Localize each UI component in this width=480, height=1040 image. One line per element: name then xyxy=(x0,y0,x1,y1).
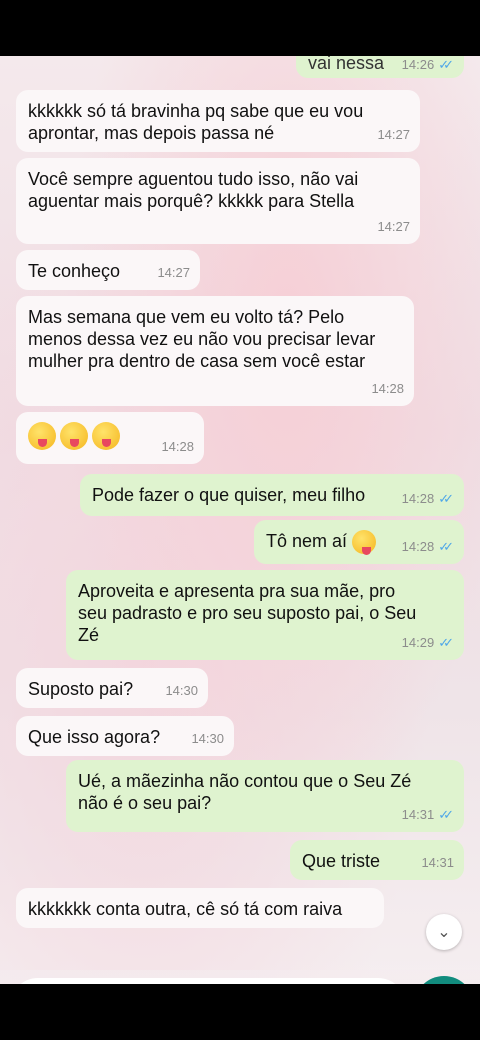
message-text: Que triste xyxy=(302,851,381,871)
mic-button[interactable] xyxy=(414,976,474,984)
message-meta: 14:26 ✓✓ xyxy=(402,56,454,76)
message-text: Que isso agora? xyxy=(28,727,161,747)
tears-of-joy-icon xyxy=(352,530,377,556)
read-ticks-icon: ✓✓ xyxy=(438,539,454,554)
message-incoming[interactable]: kkkkkk só tá bravinha pq sabe que eu vou… xyxy=(16,90,420,152)
message-text: Aproveita e apresenta pra sua mãe, pro s… xyxy=(78,581,417,645)
status-bar xyxy=(0,0,480,56)
message-time: 14:28 xyxy=(161,439,194,454)
zany-face-icon xyxy=(28,422,56,450)
message-meta: 14:27 xyxy=(377,216,410,238)
message-time: 14:27 xyxy=(157,265,190,280)
zany-face-icon xyxy=(92,422,120,450)
message-meta: 14:30 xyxy=(165,680,198,702)
message-meta: 14:27 xyxy=(377,124,410,146)
message-incoming[interactable]: Que isso agora? 14:30 xyxy=(16,716,234,756)
message-text: Tô nem aí xyxy=(266,531,348,551)
message-time: 14:28 xyxy=(401,491,435,506)
read-ticks-icon: ✓✓ xyxy=(438,635,454,650)
message-meta: 14:28 xyxy=(371,378,404,400)
message-incoming[interactable]: Suposto pai? 14:30 xyxy=(16,668,208,708)
message-time: 14:28 xyxy=(371,381,404,396)
message-time: 14:26 xyxy=(401,57,435,72)
double-chevron-down-icon[interactable]: ⌄ xyxy=(426,914,462,950)
message-time: 14:30 xyxy=(165,683,198,698)
message-incoming[interactable]: Você sempre aguentou tudo isso, não vai … xyxy=(16,158,420,244)
message-outgoing[interactable]: Pode fazer o que quiser, meu filho 14:28… xyxy=(80,474,464,516)
message-meta: 14:28 ✓✓ xyxy=(402,536,454,558)
message-outgoing[interactable]: Tô nem aí 14:28 ✓✓ xyxy=(254,520,464,564)
message-meta: 14:28 ✓✓ xyxy=(402,488,454,510)
message-outgoing[interactable]: Que triste 14:31 xyxy=(290,840,464,880)
message-time: 14:29 xyxy=(401,635,435,650)
message-text: Você sempre aguentou tudo isso, não vai … xyxy=(28,169,359,211)
tongue-wink-face-icon xyxy=(60,422,88,450)
message-meta: 14:28 xyxy=(161,436,194,458)
message-text: vai nessa xyxy=(308,56,385,73)
message-time: 14:27 xyxy=(377,219,410,234)
message-meta: 14:31 xyxy=(421,852,454,874)
message-text: Mas semana que vem eu volto tá? Pelo men… xyxy=(28,307,376,371)
message-meta: 14:30 xyxy=(191,728,224,750)
message-time: 14:30 xyxy=(191,731,224,746)
message-time: 14:31 xyxy=(401,807,435,822)
message-text: Te conheço xyxy=(28,261,121,281)
message-text: Suposto pai? xyxy=(28,679,134,699)
message-time: 14:27 xyxy=(377,127,410,142)
message-text: kkkkkkk conta outra, cê só tá com raiva xyxy=(28,899,343,919)
message-time: 14:28 xyxy=(401,539,435,554)
message-text: Ué, a mãezinha não contou que o Seu Zé n… xyxy=(78,771,412,813)
composer-bar: ⚲ xyxy=(0,970,480,984)
message-meta: 14:27 xyxy=(157,262,190,284)
message-meta: 14:29 ✓✓ xyxy=(402,632,454,654)
message-incoming[interactable]: 14:28 xyxy=(16,412,204,464)
read-ticks-icon: ✓✓ xyxy=(438,491,454,506)
message-incoming[interactable]: Mas semana que vem eu volto tá? Pelo men… xyxy=(16,296,414,406)
message-incoming[interactable]: kkkkkkk conta outra, cê só tá com raiva xyxy=(16,888,384,928)
message-text: kkkkkk só tá bravinha pq sabe que eu vou… xyxy=(28,101,364,143)
message-outgoing[interactable]: vai nessa 14:26 ✓✓ xyxy=(296,56,464,78)
chat-area[interactable]: vai nessa 14:26 ✓✓ kkkkkk só tá bravinha… xyxy=(0,56,480,984)
message-outgoing[interactable]: Ué, a mãezinha não contou que o Seu Zé n… xyxy=(66,760,464,832)
message-incoming[interactable]: Te conheço 14:27 xyxy=(16,250,200,290)
message-outgoing[interactable]: Aproveita e apresenta pra sua mãe, pro s… xyxy=(66,570,464,660)
message-meta: 14:31 ✓✓ xyxy=(402,804,454,826)
message-time: 14:31 xyxy=(421,855,454,870)
message-text: Pode fazer o que quiser, meu filho xyxy=(92,485,366,505)
read-ticks-icon: ✓✓ xyxy=(438,57,454,72)
read-ticks-icon: ✓✓ xyxy=(438,807,454,822)
navigation-bar xyxy=(0,984,480,1040)
